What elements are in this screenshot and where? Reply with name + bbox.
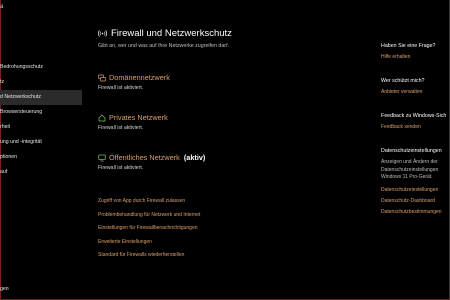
- send-feedback-link[interactable]: Feedback senden: [381, 124, 450, 130]
- main-content: Firewall und Netzwerkschutz Gibt an, wer…: [98, 26, 348, 171]
- network-private: Privates Netzwerk Firewall ist aktiviert…: [98, 112, 348, 131]
- settings-links: Zugriff von App durch Firewall zulassen …: [98, 195, 200, 263]
- network-public-status: Firewall ist aktiviert.: [98, 165, 144, 171]
- privacy-statement-link[interactable]: Datenschutzbestimmungen: [381, 209, 450, 215]
- advanced-settings-link[interactable]: Erweiterte Einstellungen: [98, 236, 200, 250]
- sidebar-item-firewall[interactable]: d Netzwerkschutz: [0, 90, 82, 105]
- wifi-icon: [98, 29, 107, 38]
- privacy-links: Datenschutzeinstellungen Datenschutz-Das…: [381, 187, 450, 215]
- page-title: Firewall und Netzwerkschutz: [111, 27, 232, 39]
- domain-network-icon: [98, 74, 106, 82]
- help-heading: Haben Sie eine Frage?: [381, 43, 436, 49]
- help-section: Haben Sie eine Frage? Hilfe erhalten: [381, 43, 450, 60]
- network-private-link[interactable]: Privates Netzwerk: [109, 113, 168, 122]
- restore-defaults-link[interactable]: Standard für Firewalls wiederherstellen: [98, 249, 200, 263]
- active-badge: (aktiv): [183, 153, 206, 162]
- privacy-line-2: Datenschutzeinstellungen: [381, 166, 439, 173]
- get-help-link[interactable]: Hilfe erhalten: [381, 54, 450, 60]
- notification-settings-link[interactable]: Einstellungen für Firewallbenachrichtigu…: [98, 222, 200, 236]
- page-header: Firewall und Netzwerkschutz: [98, 26, 348, 40]
- network-public-link[interactable]: Öffentliches Netzwerk: [109, 153, 180, 162]
- sidebar-item-settings[interactable]: gen: [0, 286, 9, 292]
- provider-heading: Wer schützt mich?: [381, 78, 425, 84]
- provider-section: Wer schützt mich? Anbieter verwalten: [381, 78, 450, 95]
- privacy-heading: Datenschutzeinstellungen: [381, 148, 442, 154]
- private-network-icon: [98, 113, 106, 122]
- public-network-icon: [98, 154, 106, 162]
- sidebar-item-device-performance[interactable]: ung und -integrität: [0, 135, 82, 150]
- troubleshoot-link[interactable]: Problembehandlung für Netzwerk und Inter…: [98, 209, 200, 223]
- feedback-section: Feedback zu Windows-Sich Feedback senden: [381, 113, 450, 130]
- sidebar-item-threat-protection[interactable]: Bedrohungsschutz: [0, 60, 82, 75]
- network-public: Öffentliches Netzwerk (aktiv) Firewall i…: [98, 152, 348, 171]
- right-panel: Haben Sie eine Frage? Hilfe erhalten Wer…: [381, 43, 450, 233]
- sidebar-item-device-security[interactable]: rheit: [0, 120, 82, 135]
- network-domain-status: Firewall ist aktiviert.: [98, 85, 144, 91]
- sidebar-item-family-options[interactable]: ptionen: [0, 150, 82, 165]
- sidebar: Bedrohungsschutz tz d Netzwerkschutz Bro…: [0, 60, 82, 180]
- privacy-section: Datenschutzeinstellungen Anzeigen und Än…: [381, 148, 450, 215]
- sidebar-item-history[interactable]: auf: [0, 165, 82, 180]
- network-domain-link[interactable]: Domänennetzwerk: [109, 73, 170, 82]
- network-private-status: Firewall ist aktiviert.: [98, 125, 144, 131]
- sidebar-item-account-protection[interactable]: tz: [0, 75, 82, 90]
- network-domain: Domänennetzwerk Firewall ist aktiviert.: [98, 72, 348, 91]
- feedback-heading: Feedback zu Windows-Sich: [381, 113, 447, 119]
- privacy-description: Anzeigen und Ändern der Datenschutzeinst…: [381, 159, 450, 182]
- sidebar-item-app-browser-control[interactable]: Browsersteuerung: [0, 105, 82, 120]
- manage-providers-link[interactable]: Anbieter verwalten: [381, 89, 450, 95]
- allow-app-link[interactable]: Zugriff von App durch Firewall zulassen: [98, 195, 200, 209]
- privacy-line-1: Anzeigen und Ändern der: [381, 159, 438, 165]
- page-subtitle: Gibt an, wer und was auf Ihre Netzwerke …: [98, 43, 230, 49]
- window-corner-glyph: a: [0, 4, 4, 10]
- privacy-settings-link[interactable]: Datenschutzeinstellungen: [381, 187, 450, 193]
- privacy-dashboard-link[interactable]: Datenschutz-Dashboard: [381, 198, 450, 204]
- privacy-line-3: Windows 11 Pro-Gerät.: [381, 174, 433, 180]
